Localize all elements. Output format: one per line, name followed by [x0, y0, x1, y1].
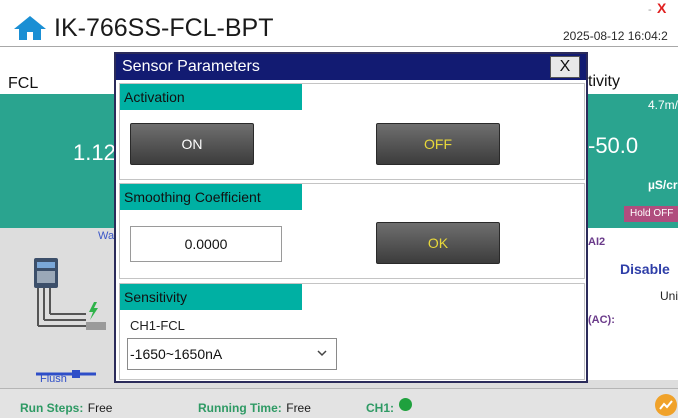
sensitivity-selected-value: -1650~1650nA: [130, 346, 223, 362]
run-steps-key: Run Steps:: [20, 401, 84, 415]
sensitivity-section: Sensitivity CH1-FCL -1650~1650nA: [119, 283, 585, 380]
smoothing-heading: Smoothing Coefficient: [120, 184, 302, 210]
right-range-label: 4.7m/: [648, 98, 678, 112]
disable-status: Disable: [620, 261, 670, 277]
activation-heading: Activation: [120, 84, 302, 110]
dialog-close-button[interactable]: X: [550, 56, 580, 78]
ok-button[interactable]: OK: [376, 222, 500, 264]
system-diagram: [34, 258, 106, 378]
unit-label: Uni: [660, 289, 678, 303]
on-button[interactable]: ON: [130, 123, 254, 165]
ai2-label: AI2: [588, 236, 606, 248]
right-measurement-value: -50.0: [588, 133, 639, 158]
window-close-button[interactable]: X: [657, 0, 666, 16]
activation-section: Activation ON OFF: [119, 83, 585, 180]
run-steps-value: Free: [87, 401, 113, 415]
status-led-icon: [399, 398, 412, 411]
water-label: Wa: [98, 230, 115, 242]
right-info-panel: [586, 228, 678, 380]
ch1-status: CH1:: [366, 399, 394, 417]
right-unit-label: µS/cr: [648, 178, 678, 192]
run-steps-status: Run Steps: Free: [20, 399, 112, 417]
sensitivity-heading: Sensitivity: [120, 284, 302, 310]
sensitivity-select[interactable]: -1650~1650nA: [127, 338, 337, 370]
chevron-down-icon: [317, 350, 327, 357]
dialog-title: Sensor Parameters: [122, 58, 260, 75]
app-title: IK-766SS-FCL-BPT: [54, 14, 274, 42]
trend-chart-icon[interactable]: [655, 394, 677, 416]
sensor-parameters-dialog: Sensor Parameters X Activation ON OFF Sm…: [114, 52, 588, 383]
home-icon[interactable]: [12, 14, 48, 42]
running-time-value: Free: [286, 401, 311, 415]
datetime-display: 2025-08-12 16:04:2: [563, 29, 668, 43]
left-measurement-value: 1.12: [73, 140, 116, 165]
channel-right-header: tivity: [588, 73, 620, 90]
hold-off-button[interactable]: Hold OFF: [624, 206, 678, 222]
running-time-key: Running Time:: [198, 401, 282, 415]
channel-left-header: FCL: [8, 75, 39, 92]
flush-label: Flush: [40, 373, 67, 385]
smoothing-coefficient-input[interactable]: [130, 226, 282, 262]
smoothing-section: Smoothing Coefficient OK: [119, 183, 585, 279]
off-button[interactable]: OFF: [376, 123, 500, 165]
running-time-status: Running Time: Free: [198, 399, 311, 417]
ac-label: (AC):: [588, 314, 615, 326]
power-bolt-icon: [89, 302, 98, 320]
sensor-probe: [86, 322, 106, 330]
minimize-button[interactable]: -: [648, 4, 652, 16]
dialog-titlebar: Sensor Parameters X: [116, 54, 586, 80]
channel-label: CH1-FCL: [130, 318, 185, 333]
ch1-key: CH1:: [366, 401, 395, 415]
